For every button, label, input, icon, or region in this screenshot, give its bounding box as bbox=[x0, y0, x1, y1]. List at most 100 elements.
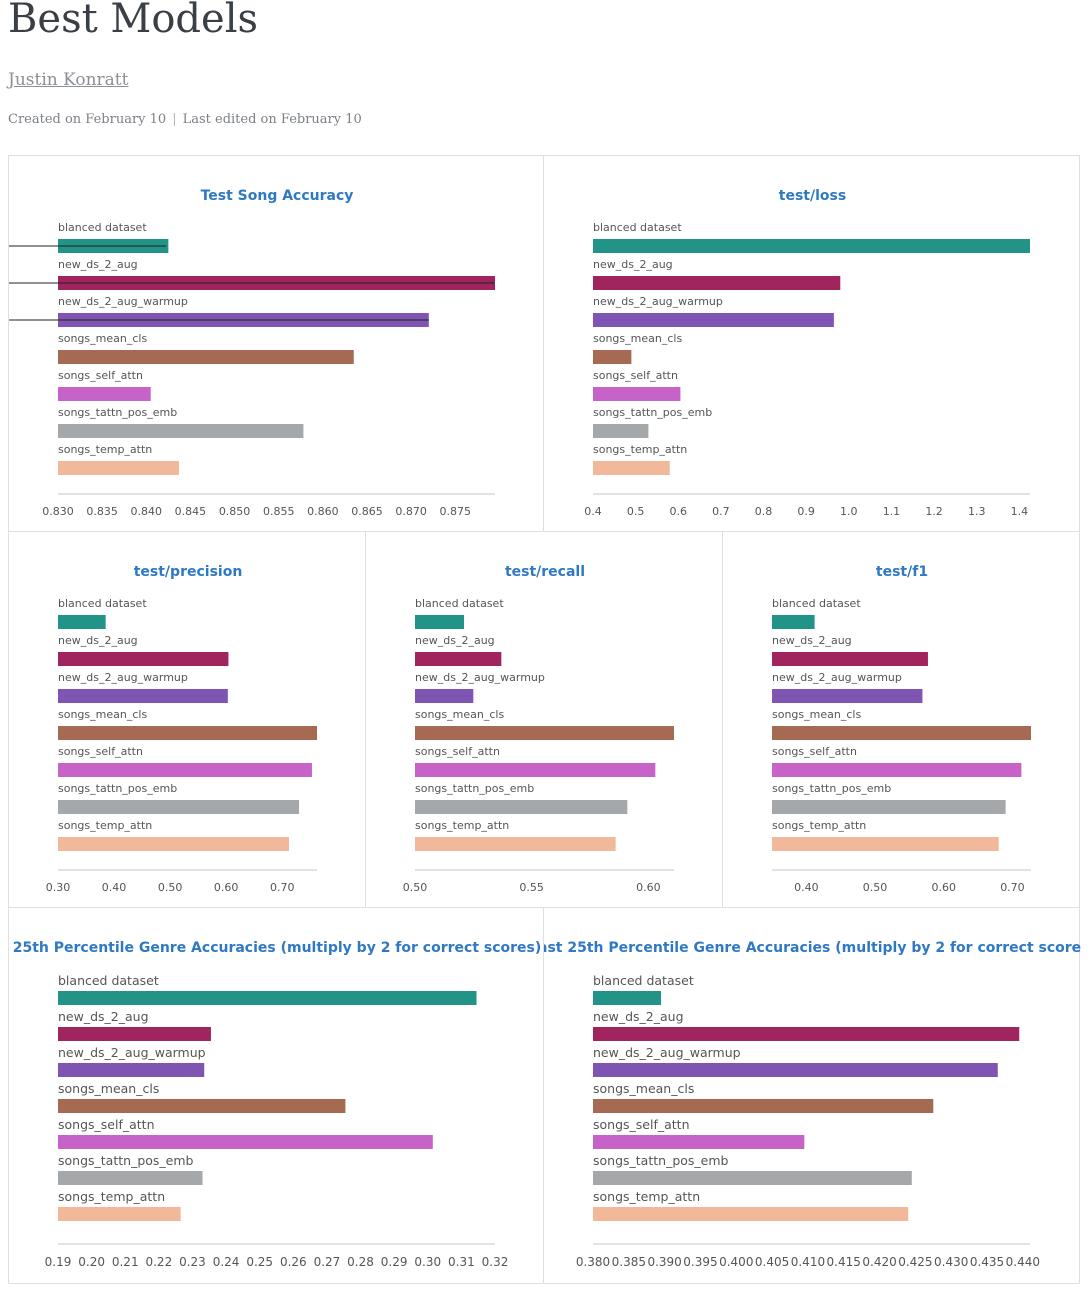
tick-label: 0.28 bbox=[347, 1255, 374, 1269]
chart-test-song-accuracy: Test Song Accuracy blanced dataset new_ds_… bbox=[9, 188, 495, 518]
bar-label: songs_temp_attn bbox=[593, 443, 687, 456]
bar-label: songs_tattn_pos_emb bbox=[58, 1153, 194, 1168]
bar-label: new_ds_2_aug_warmup bbox=[593, 1045, 741, 1060]
bar[interactable] bbox=[58, 837, 289, 851]
bar-label: songs_self_attn bbox=[415, 745, 500, 758]
bar-label: new_ds_2_aug bbox=[593, 258, 673, 271]
tick-label: 0.860 bbox=[307, 505, 339, 518]
bar[interactable] bbox=[593, 1171, 912, 1185]
tick-label: 0.29 bbox=[381, 1255, 408, 1269]
bar[interactable] bbox=[415, 726, 674, 740]
author-link[interactable]: Justin Konratt bbox=[8, 70, 128, 90]
bar[interactable] bbox=[58, 615, 106, 629]
bar[interactable] bbox=[593, 991, 662, 1005]
bar[interactable] bbox=[593, 1027, 1020, 1041]
bar[interactable] bbox=[415, 837, 616, 851]
panel-test-precision[interactable]: test/precision blanced dataset new_ds_2_au… bbox=[8, 531, 366, 908]
report-meta: Created on February 10 | Last edited on Fe… bbox=[8, 112, 362, 127]
bar-label: new_ds_2_aug_warmup bbox=[772, 671, 902, 684]
tick-label: 0.4 bbox=[584, 505, 602, 518]
bar[interactable] bbox=[772, 615, 815, 629]
panel-test-song-accuracy[interactable]: Test Song Accuracy blanced dataset new_ds_… bbox=[8, 155, 544, 532]
tick-label: 0.60 bbox=[636, 881, 661, 894]
edited-date: Last edited on February 10 bbox=[182, 112, 362, 127]
bar[interactable] bbox=[415, 689, 474, 703]
panel-test-recall[interactable]: test/recall blanced dataset new_ds_2_aug ne… bbox=[365, 531, 723, 908]
bar-label: blanced dataset bbox=[58, 221, 147, 234]
panel-last-25th-percentile-genre-accuracies[interactable]: Last 25th Percentile Genre Accuracies (m… bbox=[543, 907, 1081, 1284]
tick-label: 0.27 bbox=[314, 1255, 341, 1269]
bar[interactable] bbox=[593, 313, 834, 327]
bar[interactable] bbox=[58, 1135, 433, 1149]
bar-label: blanced dataset bbox=[772, 597, 861, 610]
panel-25th-percentile-genre-accuracies[interactable]: 25th Percentile Genre Accuracies (multip… bbox=[8, 907, 544, 1284]
bar[interactable] bbox=[772, 800, 1006, 814]
chart-last-25th-percentile-genre-accuracies: Last 25th Percentile Genre Accuracies (m… bbox=[544, 940, 1081, 1269]
tick-label: 0.50 bbox=[863, 881, 888, 894]
bar[interactable] bbox=[593, 1207, 909, 1221]
bar-label: songs_tattn_pos_emb bbox=[593, 406, 712, 419]
bar[interactable] bbox=[415, 615, 464, 629]
bar[interactable] bbox=[415, 652, 502, 666]
bar[interactable] bbox=[58, 1207, 181, 1221]
bar[interactable] bbox=[772, 726, 1031, 740]
tick-label: 0.55 bbox=[519, 881, 544, 894]
bar[interactable] bbox=[772, 837, 999, 851]
bar-label: songs_temp_attn bbox=[772, 819, 866, 832]
tick-label: 0.850 bbox=[219, 505, 251, 518]
bar[interactable] bbox=[593, 1135, 805, 1149]
bar-label: songs_mean_cls bbox=[58, 708, 147, 721]
bar[interactable] bbox=[58, 461, 179, 475]
bar[interactable] bbox=[772, 763, 1022, 777]
bar[interactable] bbox=[58, 991, 477, 1005]
bar[interactable] bbox=[58, 800, 300, 814]
bar[interactable] bbox=[415, 800, 628, 814]
bar[interactable] bbox=[58, 1099, 346, 1113]
chart-25th-percentile-genre-accuracies: 25th Percentile Genre Accuracies (multip… bbox=[13, 940, 542, 1269]
bar[interactable] bbox=[593, 1063, 998, 1077]
tick-label: 0.24 bbox=[213, 1255, 240, 1269]
bar[interactable] bbox=[415, 763, 656, 777]
bar[interactable] bbox=[58, 1063, 205, 1077]
tick-label: 0.380 bbox=[576, 1255, 610, 1269]
chart-test-precision: test/precision blanced dataset new_ds_2_au… bbox=[46, 564, 317, 894]
bar[interactable] bbox=[593, 239, 1030, 253]
tick-label: 0.395 bbox=[683, 1255, 717, 1269]
bar[interactable] bbox=[593, 387, 681, 401]
tick-label: 0.6 bbox=[670, 505, 688, 518]
tick-label: 1.2 bbox=[925, 505, 943, 518]
tick-label: 0.440 bbox=[1006, 1255, 1040, 1269]
bar[interactable] bbox=[58, 726, 317, 740]
bar[interactable] bbox=[58, 424, 304, 438]
bar-label: songs_temp_attn bbox=[58, 443, 152, 456]
bar[interactable] bbox=[58, 387, 151, 401]
panel-test-f1[interactable]: test/f1 blanced dataset new_ds_2_aug new_ds… bbox=[722, 531, 1080, 908]
bar[interactable] bbox=[772, 689, 923, 703]
bar[interactable] bbox=[593, 276, 841, 290]
tick-label: 0.70 bbox=[1000, 881, 1025, 894]
bar[interactable] bbox=[58, 1171, 203, 1185]
bar[interactable] bbox=[593, 1099, 934, 1113]
bar[interactable] bbox=[58, 689, 228, 703]
tick-label: 0.420 bbox=[862, 1255, 896, 1269]
bar[interactable] bbox=[593, 461, 670, 475]
tick-label: 0.23 bbox=[179, 1255, 206, 1269]
bar[interactable] bbox=[58, 763, 312, 777]
bar-label: new_ds_2_aug bbox=[58, 634, 138, 647]
bar[interactable] bbox=[58, 652, 229, 666]
tick-label: 0.40 bbox=[794, 881, 819, 894]
tick-label: 0.31 bbox=[448, 1255, 475, 1269]
bar[interactable] bbox=[593, 350, 632, 364]
bar[interactable] bbox=[772, 652, 928, 666]
bar[interactable] bbox=[58, 1027, 211, 1041]
tick-label: 0.835 bbox=[86, 505, 118, 518]
chart-title: Last 25th Percentile Genre Accuracies (m… bbox=[544, 940, 1081, 956]
bar[interactable] bbox=[58, 350, 354, 364]
tick-label: 0.60 bbox=[932, 881, 957, 894]
chart-title: test/precision bbox=[134, 564, 243, 580]
bar[interactable] bbox=[593, 424, 649, 438]
tick-label: 0.30 bbox=[414, 1255, 441, 1269]
tick-label: 0.840 bbox=[131, 505, 163, 518]
panel-test-loss[interactable]: test/loss blanced dataset new_ds_2_aug new_… bbox=[543, 155, 1080, 532]
tick-label: 0.870 bbox=[395, 505, 427, 518]
